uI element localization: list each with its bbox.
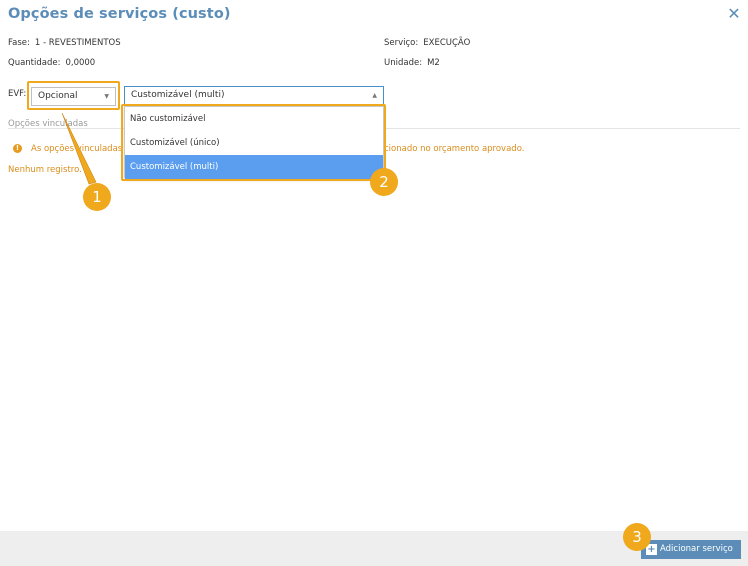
dialog-title: Opções de serviços (custo) bbox=[8, 6, 231, 22]
warning-text-start: As opções vinculadas bbox=[31, 144, 123, 154]
evf-select-value: Opcional bbox=[38, 91, 78, 101]
add-service-label: Adicionar serviço bbox=[660, 544, 733, 554]
fase-info: Fase: 1 - REVESTIMENTOS bbox=[8, 38, 121, 48]
chevron-down-icon: ▼ bbox=[104, 93, 109, 100]
servico-info: Serviço: EXECUÇÃO bbox=[384, 38, 470, 48]
close-icon[interactable]: ✕ bbox=[726, 5, 742, 23]
empty-message: Nenhum registro. bbox=[8, 165, 82, 175]
warning-icon: ! bbox=[13, 144, 22, 153]
callout-2: 2 bbox=[370, 168, 398, 196]
callout-3: 3 bbox=[623, 523, 651, 551]
quantidade-value: 0,0000 bbox=[65, 58, 96, 68]
customization-dropdown: Não customizável Customizável (único) Cu… bbox=[124, 106, 384, 179]
quantidade-label: Quantidade: bbox=[8, 58, 61, 68]
fase-value: 1 - REVESTIMENTOS bbox=[34, 38, 121, 48]
servico-value: EXECUÇÃO bbox=[423, 38, 471, 48]
unidade-value: M2 bbox=[427, 58, 440, 68]
evf-select[interactable]: Opcional ▼ bbox=[31, 87, 116, 106]
quantidade-info: Quantidade: 0,0000 bbox=[8, 58, 95, 68]
evf-label: EVF: bbox=[8, 89, 27, 99]
warning-text-end: cionado no orçamento aprovado. bbox=[384, 144, 525, 154]
option-nao-customizavel[interactable]: Não customizável bbox=[125, 107, 383, 131]
option-customizavel-unico[interactable]: Customizável (único) bbox=[125, 131, 383, 155]
add-service-button[interactable]: + Adicionar serviço bbox=[641, 540, 741, 559]
callout-pointer bbox=[61, 112, 97, 185]
callout-1: 1 bbox=[83, 183, 111, 211]
chevron-up-icon: ▲ bbox=[372, 92, 377, 99]
servico-label: Serviço: bbox=[384, 38, 419, 48]
option-customizavel-multi[interactable]: Customizável (multi) bbox=[125, 155, 383, 179]
fase-label: Fase: bbox=[8, 38, 30, 48]
unidade-info: Unidade: M2 bbox=[384, 58, 440, 68]
customization-select-value: Customizável (multi) bbox=[131, 90, 225, 100]
unidade-label: Unidade: bbox=[384, 58, 423, 68]
customization-select[interactable]: Customizável (multi) ▲ bbox=[124, 86, 384, 105]
